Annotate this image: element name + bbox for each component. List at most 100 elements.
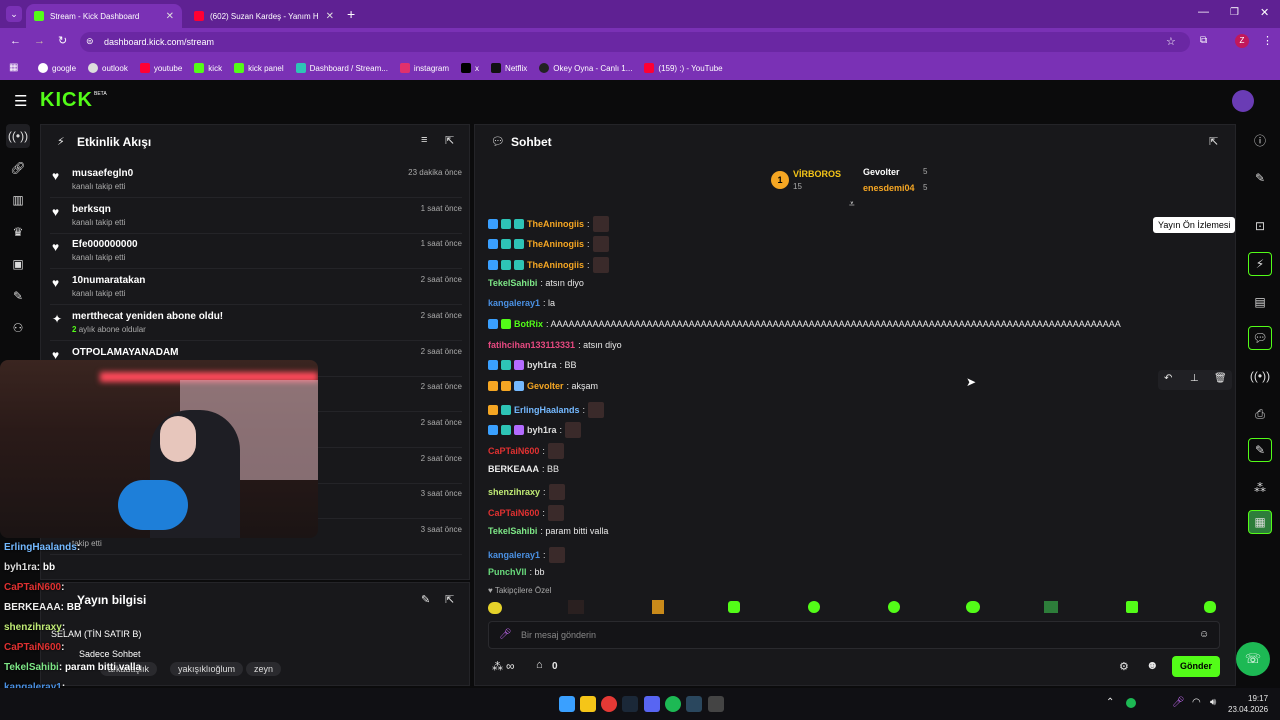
store-icon[interactable]: ⌂ xyxy=(536,659,543,671)
video-icon[interactable]: ▣ xyxy=(6,252,30,276)
chat-message[interactable]: TheAninogiis: xyxy=(488,257,609,273)
popout-icon[interactable]: ⇱ xyxy=(445,134,454,147)
back-icon[interactable]: ← xyxy=(10,35,21,47)
emote-picker-icon[interactable]: ☻ xyxy=(1146,658,1159,672)
emoji-icon[interactable]: ☺ xyxy=(1199,629,1209,640)
users-icon[interactable]: ⚇ xyxy=(6,316,30,340)
menu-icon[interactable]: ⋮ xyxy=(1262,34,1273,47)
tag-chip[interactable]: yakışıklıoğlum xyxy=(170,662,244,676)
chat-message[interactable]: byh1ra: BB xyxy=(488,360,577,370)
printer-icon[interactable]: ⎙ xyxy=(1248,402,1272,426)
chat-message[interactable]: ErlingHaalands: xyxy=(488,402,605,418)
star-icon[interactable]: ☆ xyxy=(1166,35,1176,48)
popout-icon[interactable]: ⇱ xyxy=(1209,135,1218,148)
bookmark-netflix[interactable]: Netflix xyxy=(491,63,527,73)
tab-search-button[interactable]: ⌄ xyxy=(6,6,22,22)
settings-gear-icon[interactable]: ⚙ xyxy=(1119,660,1129,673)
preview-icon[interactable]: ⊡ xyxy=(1248,214,1272,238)
info-icon[interactable]: ⓘ xyxy=(1248,128,1272,152)
wifi-icon[interactable]: ◠ xyxy=(1192,697,1201,708)
activity-event[interactable]: ✦ mertthecat yeniden abone oldu! 2 aylık a… xyxy=(50,306,462,341)
chat-username[interactable]: byh1ra xyxy=(527,360,557,370)
bookmark-kick[interactable]: kick xyxy=(194,63,222,73)
windows-start-icon[interactable] xyxy=(559,696,575,712)
close-window-button[interactable]: ✕ xyxy=(1260,6,1269,19)
close-tab-icon[interactable]: ✕ xyxy=(166,11,174,22)
user-avatar[interactable] xyxy=(1232,90,1254,112)
bookmark-youtube[interactable]: youtube xyxy=(139,63,182,73)
pin-icon[interactable]: ⊥ xyxy=(1190,373,1199,384)
tab-youtube[interactable]: (602) Suzan Kardeş - Yanım Hav... ✕ xyxy=(186,4,342,28)
chat-message[interactable]: CaPTaiN600: xyxy=(488,443,564,459)
wrench-icon[interactable]: ✎ xyxy=(1248,438,1272,462)
expand-leaderboard-icon[interactable]: ⩡ xyxy=(849,199,855,210)
emote-icon[interactable] xyxy=(652,600,664,614)
chat-message[interactable]: TekelSahibi: param bitti valla xyxy=(488,526,608,536)
chat-username[interactable]: fatihcihan133113331 xyxy=(488,340,575,350)
chat-message[interactable]: TheAninogiis: xyxy=(488,236,609,252)
emote-icon[interactable] xyxy=(888,601,900,613)
volume-icon[interactable]: 🔊︎ xyxy=(1210,697,1216,708)
tray-chevron-icon[interactable]: ⌃ xyxy=(1106,697,1114,708)
analytics-icon[interactable]: ▥ xyxy=(6,188,30,212)
bookmark-kick-panel[interactable]: kick panel xyxy=(234,63,284,73)
chat-message[interactable]: byh1ra: xyxy=(488,422,582,438)
chrome-icon[interactable] xyxy=(601,696,617,712)
link-icon[interactable]: 🔗︎ xyxy=(6,156,30,180)
chat-username[interactable]: BotRix xyxy=(514,319,543,329)
spotify-icon[interactable] xyxy=(665,696,681,712)
chat-bubble-icon[interactable]: 💬︎ xyxy=(1248,326,1272,350)
chat-username[interactable]: TheAninogiis xyxy=(527,260,584,270)
chat-message[interactable]: TheAninogiis: xyxy=(488,216,609,232)
emote-icon[interactable] xyxy=(488,602,502,614)
popout-icon[interactable]: ⇱ xyxy=(445,593,454,606)
chat-username[interactable]: BERKEAAA xyxy=(488,464,539,474)
chat-message[interactable]: BotRix: AAAAAAAAAAAAAAAAAAAAAAAAAAAAAAAA… xyxy=(488,319,1121,329)
bookmark-youtube-2[interactable]: (159) :) - YouTube xyxy=(644,63,723,73)
kick-logo[interactable]: KICK xyxy=(40,89,93,112)
chat-username[interactable]: kangaleray1 xyxy=(488,298,540,308)
emote-icon[interactable] xyxy=(1044,601,1058,613)
chat-message[interactable]: kangaleray1: xyxy=(488,547,565,563)
chat-username[interactable]: ErlingHaalands xyxy=(514,405,580,415)
activity-event[interactable]: ♥ musaefegln0 kanalı takip etti 23 dakika ö… xyxy=(50,163,462,198)
extensions-icon[interactable]: ⧉ xyxy=(1200,35,1207,46)
profile-avatar[interactable]: Z xyxy=(1235,34,1249,48)
bookmark-outlook[interactable]: outlook xyxy=(88,63,128,73)
minimize-button[interactable]: — xyxy=(1198,6,1209,18)
chat-message[interactable]: PunchVII: bb xyxy=(488,567,545,577)
app-icon[interactable] xyxy=(708,696,724,712)
emote-icon[interactable] xyxy=(728,601,740,613)
mic-icon[interactable]: 🎤︎ xyxy=(499,629,512,640)
emote-icon[interactable] xyxy=(966,601,980,613)
trophy-icon[interactable]: ♛ xyxy=(6,220,30,244)
chat-message[interactable]: shenzihraxy: xyxy=(488,484,565,500)
chat-username[interactable]: byh1ra xyxy=(527,425,557,435)
broadcast-icon[interactable]: ((•)) xyxy=(1248,364,1272,388)
discord-icon[interactable] xyxy=(644,696,660,712)
chat-message[interactable]: fatihcihan133113331: atsın diyo xyxy=(488,340,622,350)
maximize-button[interactable]: ❐ xyxy=(1230,7,1239,18)
chat-message[interactable]: kangaleray1: la xyxy=(488,298,555,308)
reload-icon[interactable]: ↻ xyxy=(58,34,67,47)
hamburger-menu-icon[interactable]: ☰ xyxy=(14,92,27,110)
url-field[interactable]: ⊜ dashboard.kick.com/stream ☆ xyxy=(80,32,1190,52)
reply-icon[interactable]: ↶ xyxy=(1164,373,1172,384)
bookmark-okey[interactable]: Okey Oyna - Canlı 1... xyxy=(539,63,632,73)
share-icon[interactable]: ⁂ xyxy=(1248,476,1272,500)
wrench-icon[interactable]: ✎ xyxy=(6,284,30,308)
chat-username[interactable]: CaPTaiN600 xyxy=(488,446,539,456)
chat-message[interactable]: CaPTaiN600: xyxy=(488,505,564,521)
lightning-icon[interactable]: ⚡︎ xyxy=(1248,252,1272,276)
file-explorer-icon[interactable] xyxy=(580,696,596,712)
site-info-icon[interactable]: ⊜ xyxy=(86,36,94,47)
chat-message[interactable]: BERKEAAA: BB xyxy=(488,464,559,474)
activity-event[interactable]: ♥ berksqn kanalı takip etti 1 saat önce xyxy=(50,199,462,234)
plugin-icon[interactable]: ▦ xyxy=(1248,510,1272,534)
activity-event[interactable]: ♥ Efe000000000 kanalı takip etti 1 saat önc… xyxy=(50,234,462,270)
steam-icon-2[interactable] xyxy=(686,696,702,712)
chat-username[interactable]: CaPTaiN600 xyxy=(488,508,539,518)
close-tab-icon[interactable]: ✕ xyxy=(326,11,334,22)
document-icon[interactable]: ▤ xyxy=(1248,290,1272,314)
filter-icon[interactable]: ≡ xyxy=(421,134,427,146)
